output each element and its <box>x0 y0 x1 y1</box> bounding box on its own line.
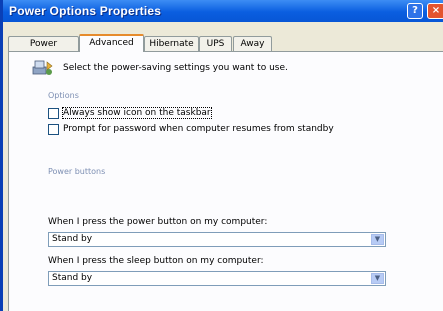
power-buttons-heading: Power buttons <box>48 167 106 176</box>
power-options-icon <box>32 60 53 75</box>
prompt-password-label[interactable]: Prompt for password when computer resume… <box>63 124 334 134</box>
sleep-button-label: When I press the sleep button on my comp… <box>48 256 264 266</box>
tab-away[interactable]: Away <box>233 36 272 51</box>
window-title: Power Options Properties <box>9 4 162 18</box>
close-button[interactable]: × <box>427 3 443 19</box>
tab-advanced[interactable]: Advanced <box>79 34 144 52</box>
sleep-button-value: Stand by <box>52 273 93 283</box>
title-bar[interactable]: Power Options Properties ? × <box>3 0 443 22</box>
power-button-select[interactable]: Stand by ▼ <box>48 232 386 247</box>
help-button[interactable]: ? <box>407 3 423 19</box>
tab-ups[interactable]: UPS <box>199 36 232 51</box>
chevron-down-icon[interactable]: ▼ <box>371 234 384 245</box>
always-show-icon-checkbox[interactable] <box>48 108 59 119</box>
tab-hibernate[interactable]: Hibernate <box>144 36 199 51</box>
chevron-down-icon[interactable]: ▼ <box>371 273 384 284</box>
sleep-button-select[interactable]: Stand by ▼ <box>48 271 386 286</box>
power-options-window: Power Options Properties ? × Power Schem… <box>0 0 443 311</box>
intro-text: Select the power-saving settings you wan… <box>63 63 288 73</box>
always-show-icon-label[interactable]: Always show icon on the taskbar <box>62 107 212 119</box>
tab-power-schemes[interactable]: Power Schemes <box>8 36 79 63</box>
power-button-value: Stand by <box>52 234 93 244</box>
power-button-label: When I press the power button on my comp… <box>48 217 268 227</box>
options-heading: Options <box>48 91 79 100</box>
prompt-password-checkbox[interactable] <box>48 124 59 135</box>
